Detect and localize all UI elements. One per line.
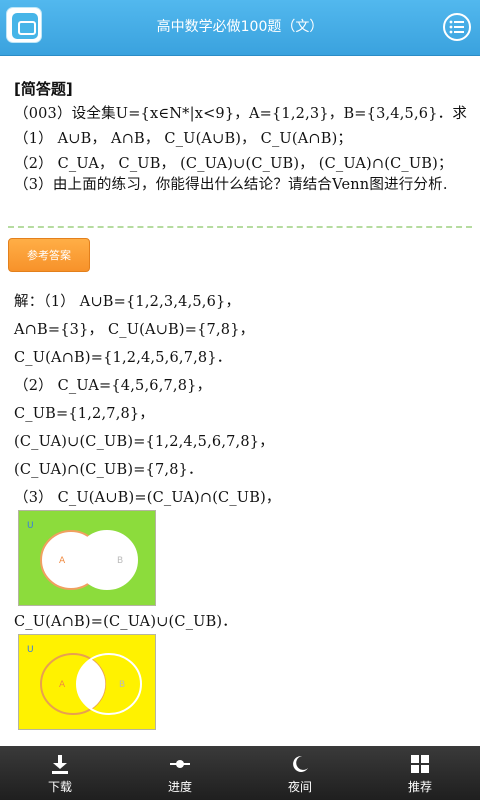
question-part-1: （1） A∪B， A∩B， C_U(A∪B)， C_U(A∩B)； (14, 131, 353, 147)
solution-line-1: 解：（1） A∪B={1,2,3,4,5,6}， (14, 294, 241, 310)
venn-diagram-complement-union: U A B (18, 510, 156, 606)
title-bar: 高中数学必做100题（文） (0, 0, 480, 56)
tab-recommend-label: 推荐 (407, 780, 432, 794)
solution-line-7: (C_UA)∩(C_UB)={7,8}． (14, 462, 203, 478)
tab-recommend[interactable]: 推荐 (360, 746, 480, 800)
tab-progress-label: 进度 (167, 780, 192, 794)
bottom-toolbar: 下载 进度 夜间 推荐 (0, 746, 480, 800)
solution-line-8: （3） C_U(A∪B)=(C_UA)∩(C_UB)， (14, 490, 281, 506)
download-icon (52, 755, 68, 774)
grid-icon (411, 755, 429, 773)
venn1-b-label: B (117, 556, 123, 566)
venn2-b-label: B (119, 680, 125, 690)
tab-download-label: 下载 (47, 780, 72, 794)
solution-line-2: A∩B={3}， C_U(A∪B)={7,8}， (14, 322, 255, 338)
solution-line-3: C_U(A∩B)={1,2,4,5,6,7,8}． (14, 350, 232, 366)
divider (8, 226, 472, 228)
tab-night[interactable]: 夜间 (240, 746, 360, 800)
venn2-u-label: U (27, 645, 34, 655)
app-logo-icon[interactable] (6, 7, 42, 43)
solution-line-6: (C_UA)∪(C_UB)={1,2,4,5,6,7,8}， (14, 434, 274, 450)
page-title: 高中数学必做100题（文） (156, 19, 324, 35)
venn1-a-label: A (59, 556, 66, 566)
question-stem: （003）设全集U={x∈N*|x<9}，A={1,2,3}，B={3,4,5,… (14, 106, 468, 122)
moon-icon (293, 755, 308, 772)
question-content: [简答题] （003）设全集U={x∈N*|x<9}，A={1,2,3}，B={… (8, 64, 472, 740)
reference-answer-button[interactable]: 参考答案 (8, 238, 90, 272)
solution-line-5: C_UB={1,2,7,8}， (14, 406, 155, 422)
venn1-u-label: U (27, 521, 34, 531)
tab-progress[interactable]: 进度 (120, 746, 240, 800)
tab-night-label: 夜间 (287, 780, 312, 794)
venn2-a-label: A (59, 680, 66, 690)
venn-diagram-complement-intersection: U A B (18, 634, 156, 730)
solution-line-9: C_U(A∩B)=(C_UA)∪(C_UB)． (14, 614, 237, 630)
question-part-2: （2） C_UA， C_UB， (C_UA)∪(C_UB)， (C_UA)∩(C… (14, 156, 453, 172)
tab-download[interactable]: 下载 (0, 746, 120, 800)
list-menu-icon[interactable] (440, 10, 474, 44)
question-part-3: （3）由上面的练习，你能得出什么结论？请结合Venn图进行分析. (14, 177, 448, 193)
solution-line-4: （2） C_UA={4,5,6,7,8}， (14, 378, 212, 394)
section-label: [简答题] (14, 80, 73, 98)
progress-slider-icon (170, 760, 190, 768)
